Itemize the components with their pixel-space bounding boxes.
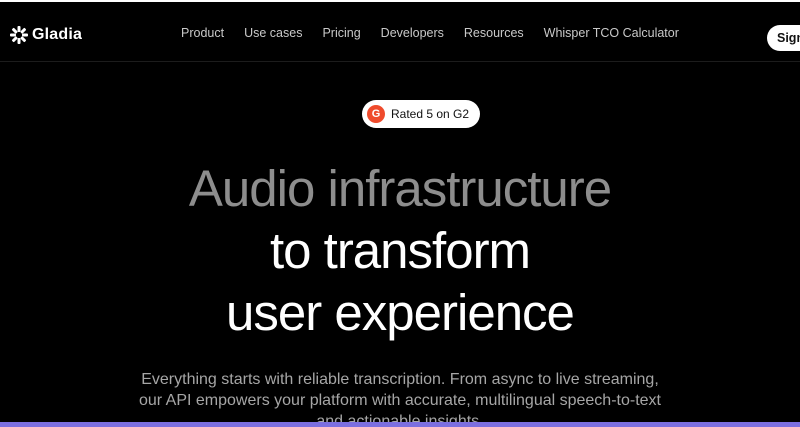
subtitle-line-2: our API empowers your platform with accu… [138, 392, 661, 409]
g2-icon: G [367, 105, 385, 123]
headline-line-1: Audio infrastructure [188, 160, 612, 217]
subtitle-line-1: Everything starts with reliable transcri… [141, 371, 659, 388]
hero-subtitle: Everything starts with reliable transcri… [0, 369, 800, 427]
sign-in-button[interactable]: Sign [767, 25, 800, 51]
nav-links: Product Use cases Pricing Developers Res… [181, 26, 679, 40]
gladia-logo-icon [10, 26, 28, 44]
logo-text: Gladia [32, 26, 83, 43]
headline-line-2: to transform [269, 222, 531, 279]
bottom-accent-bar [0, 422, 800, 427]
g2-rating-badge[interactable]: G Rated 5 on G2 [362, 100, 481, 128]
nav-link-product[interactable]: Product [181, 26, 224, 40]
nav-link-use-cases[interactable]: Use cases [244, 26, 302, 40]
nav-link-pricing[interactable]: Pricing [322, 26, 360, 40]
hero-headline: Audio infrastructure to transform user e… [0, 158, 800, 344]
nav-link-developers[interactable]: Developers [381, 26, 444, 40]
top-nav: Gladia Product Use cases Pricing Develop… [0, 2, 800, 62]
nav-link-whisper-tco-calculator[interactable]: Whisper TCO Calculator [544, 26, 679, 40]
logo[interactable]: Gladia [10, 26, 82, 44]
page: Gladia Product Use cases Pricing Develop… [0, 0, 800, 427]
g2-rating-text: Rated 5 on G2 [391, 107, 470, 121]
headline-line-3: user experience [226, 284, 575, 341]
nav-link-resources[interactable]: Resources [464, 26, 524, 40]
